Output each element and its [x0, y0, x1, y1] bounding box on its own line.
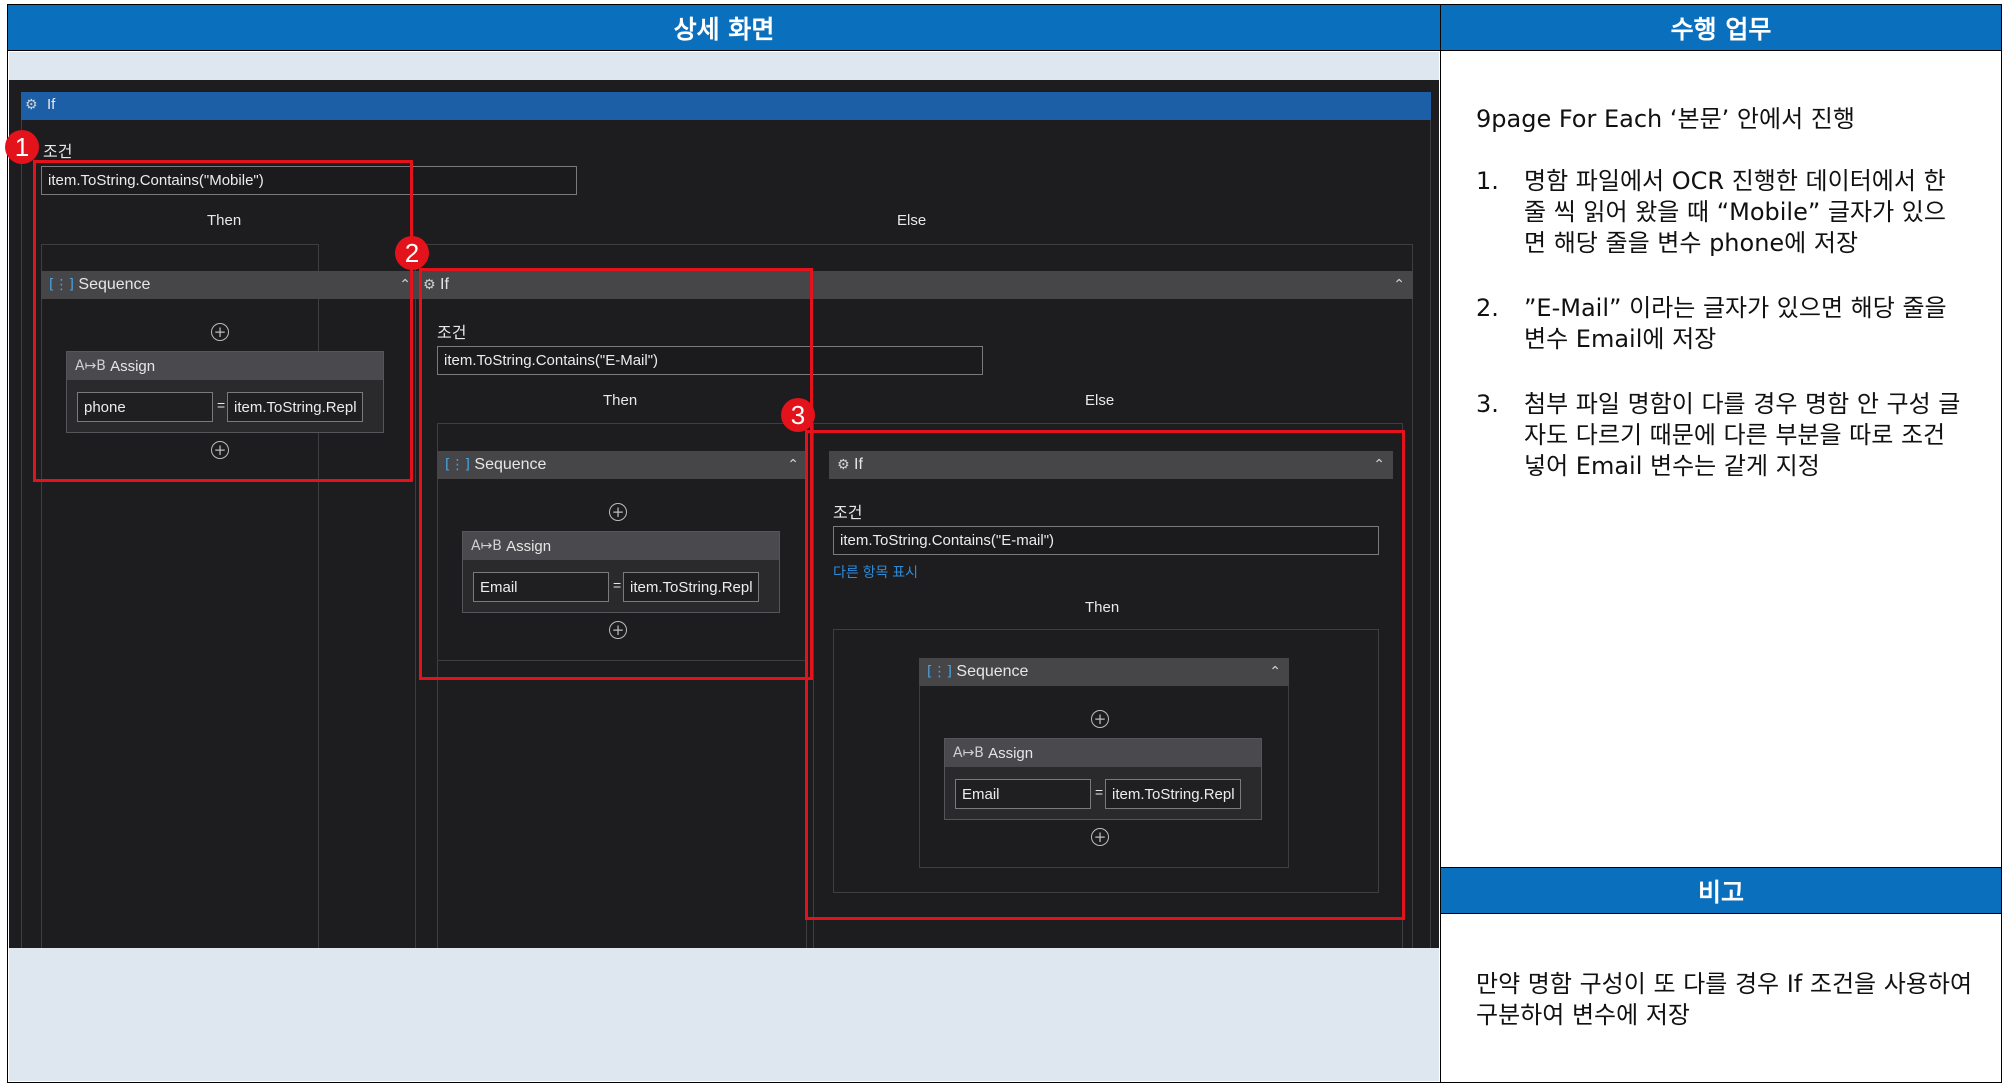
header-detail-screen: 상세 화면 [7, 4, 1441, 51]
else-label-2: Else [1085, 392, 1115, 409]
task-list: 1. 명함 파일에서 OCR 진행한 데이터에서 한 줄 씩 읽어 왔을 때 “M… [1476, 166, 1966, 516]
annotation-badge-2: 2 [395, 236, 429, 270]
light-band-top [9, 52, 1439, 80]
workflow-screenshot: ⚙ If 조건 item.ToString.Contains("Mobile")… [5, 80, 1439, 948]
annotation-badge-1: 1 [5, 130, 39, 164]
if-title: If [47, 96, 56, 113]
if-title-bar[interactable]: ⚙ If [21, 92, 1431, 120]
note-text: 만약 명함 구성이 또 다를 경우 If 조건을 사용하여 구분하여 변수에 저… [1476, 970, 1973, 1029]
header-note: 비고 [1440, 867, 2002, 914]
header-task: 수행 업무 [1440, 4, 2002, 51]
else-label-1: Else [897, 212, 927, 229]
cond-label-1: 조건 [43, 144, 73, 161]
highlight-box-1 [33, 160, 413, 482]
highlight-box-2 [419, 268, 813, 680]
annotation-badge-3: 3 [781, 398, 815, 432]
task-item-3: 3. 첨부 파일 명함이 다를 경우 명함 안 구성 글자도 다르기 때문에 다른… [1476, 390, 1961, 480]
task-item-1: 1. 명함 파일에서 OCR 진행한 데이터에서 한 줄 씩 읽어 왔을 때 “M… [1476, 167, 1946, 257]
task-item-2: 2. ”E-Mail” 이라는 글자가 있으면 해당 줄을 변수 Email에 저… [1476, 294, 1947, 353]
if-icon: ⚙ [25, 97, 38, 113]
task-intro: 9page For Each ‘본문’ 안에서 진행 [1476, 105, 1855, 133]
collapse-icon[interactable]: ⌃ [1393, 277, 1405, 293]
highlight-box-3 [805, 430, 1405, 920]
light-band-bottom [9, 948, 1439, 1081]
